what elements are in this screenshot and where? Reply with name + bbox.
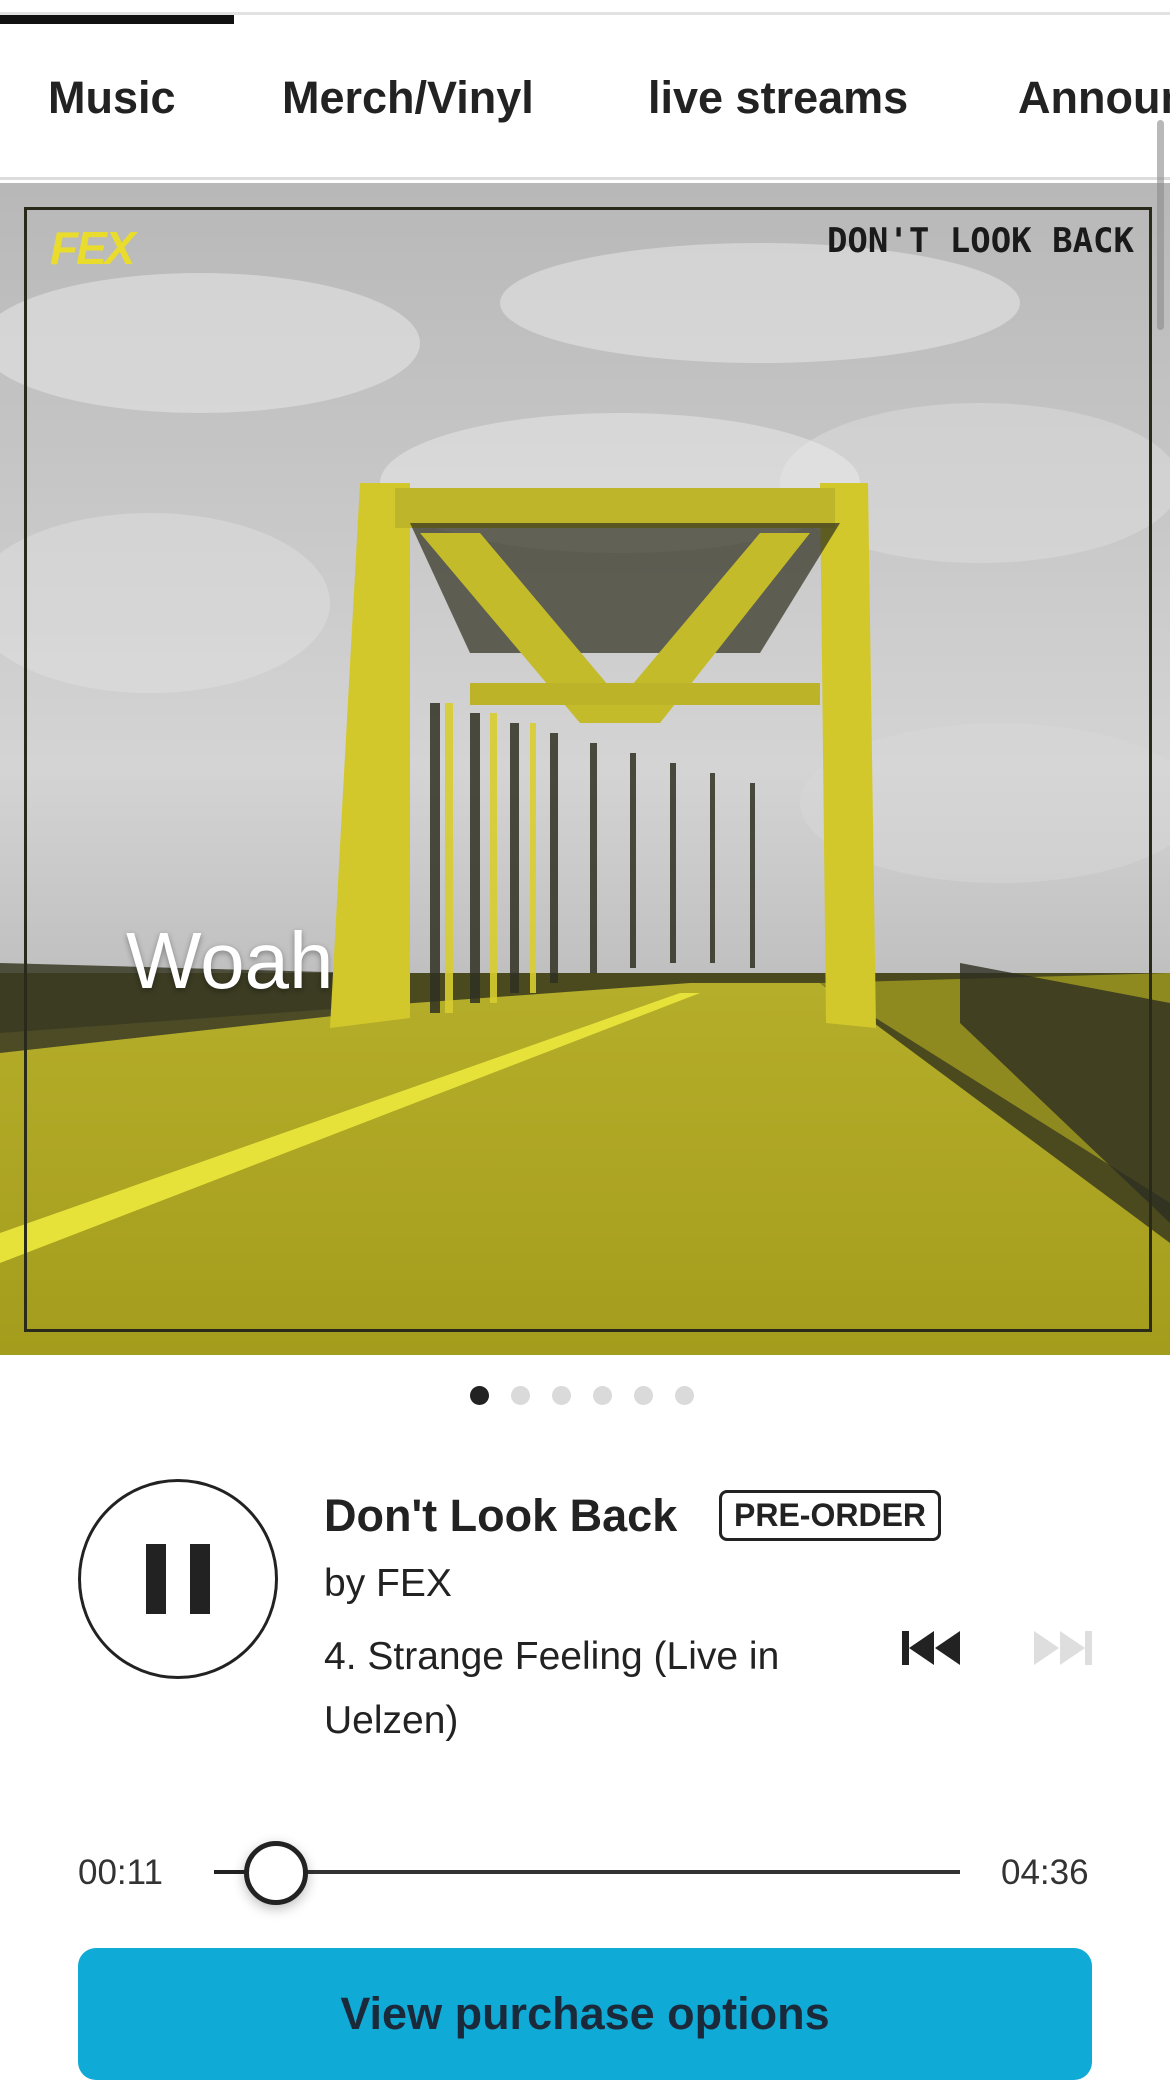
carousel-dot-6[interactable] bbox=[675, 1386, 694, 1405]
tab-announcements[interactable]: Announ bbox=[1018, 72, 1170, 124]
pause-icon bbox=[134, 1544, 222, 1614]
artist-name[interactable]: by FEX bbox=[324, 1562, 452, 1606]
view-purchase-options-button[interactable]: View purchase options bbox=[78, 1948, 1092, 2080]
carousel-caption: Woah bbox=[126, 916, 334, 1005]
album-title[interactable]: Don't Look Back bbox=[324, 1490, 677, 1542]
total-duration: 04:36 bbox=[1001, 1853, 1089, 1892]
carousel-dot-3[interactable] bbox=[552, 1386, 571, 1405]
tab-merch-vinyl[interactable]: Merch/Vinyl bbox=[282, 72, 534, 124]
current-track: 4. Strange Feeling (Live in Uelzen) bbox=[324, 1635, 780, 1742]
tab-live-streams[interactable]: live streams bbox=[648, 72, 908, 124]
carousel-pagination bbox=[470, 1386, 694, 1406]
pre-order-badge: PRE-ORDER bbox=[719, 1490, 942, 1541]
carousel-dot-4[interactable] bbox=[593, 1386, 612, 1405]
progress-track[interactable] bbox=[214, 1870, 960, 1874]
carousel-dot-1[interactable] bbox=[470, 1386, 489, 1405]
cover-logo: FEX bbox=[50, 222, 135, 274]
pause-button[interactable] bbox=[78, 1479, 278, 1679]
page-scrollbar[interactable] bbox=[1157, 120, 1164, 330]
skip-next-icon bbox=[1034, 1631, 1092, 1665]
skip-previous-icon[interactable] bbox=[900, 1625, 964, 1671]
album-cover-carousel[interactable]: FEX DON'T LOOK BACK Woah bbox=[0, 183, 1170, 1355]
carousel-dot-5[interactable] bbox=[634, 1386, 653, 1405]
carousel-dot-2[interactable] bbox=[511, 1386, 530, 1405]
active-indicator bbox=[0, 15, 234, 24]
album-cover-image bbox=[0, 183, 1170, 1355]
tab-music[interactable]: Music bbox=[48, 72, 176, 124]
tab-bar: Music Merch/Vinyl live streams Announ bbox=[0, 30, 1170, 180]
cover-title-text: DON'T LOOK BACK bbox=[826, 221, 1134, 261]
progress-thumb[interactable] bbox=[243, 1841, 308, 1905]
elapsed-time: 00:11 bbox=[78, 1853, 163, 1892]
